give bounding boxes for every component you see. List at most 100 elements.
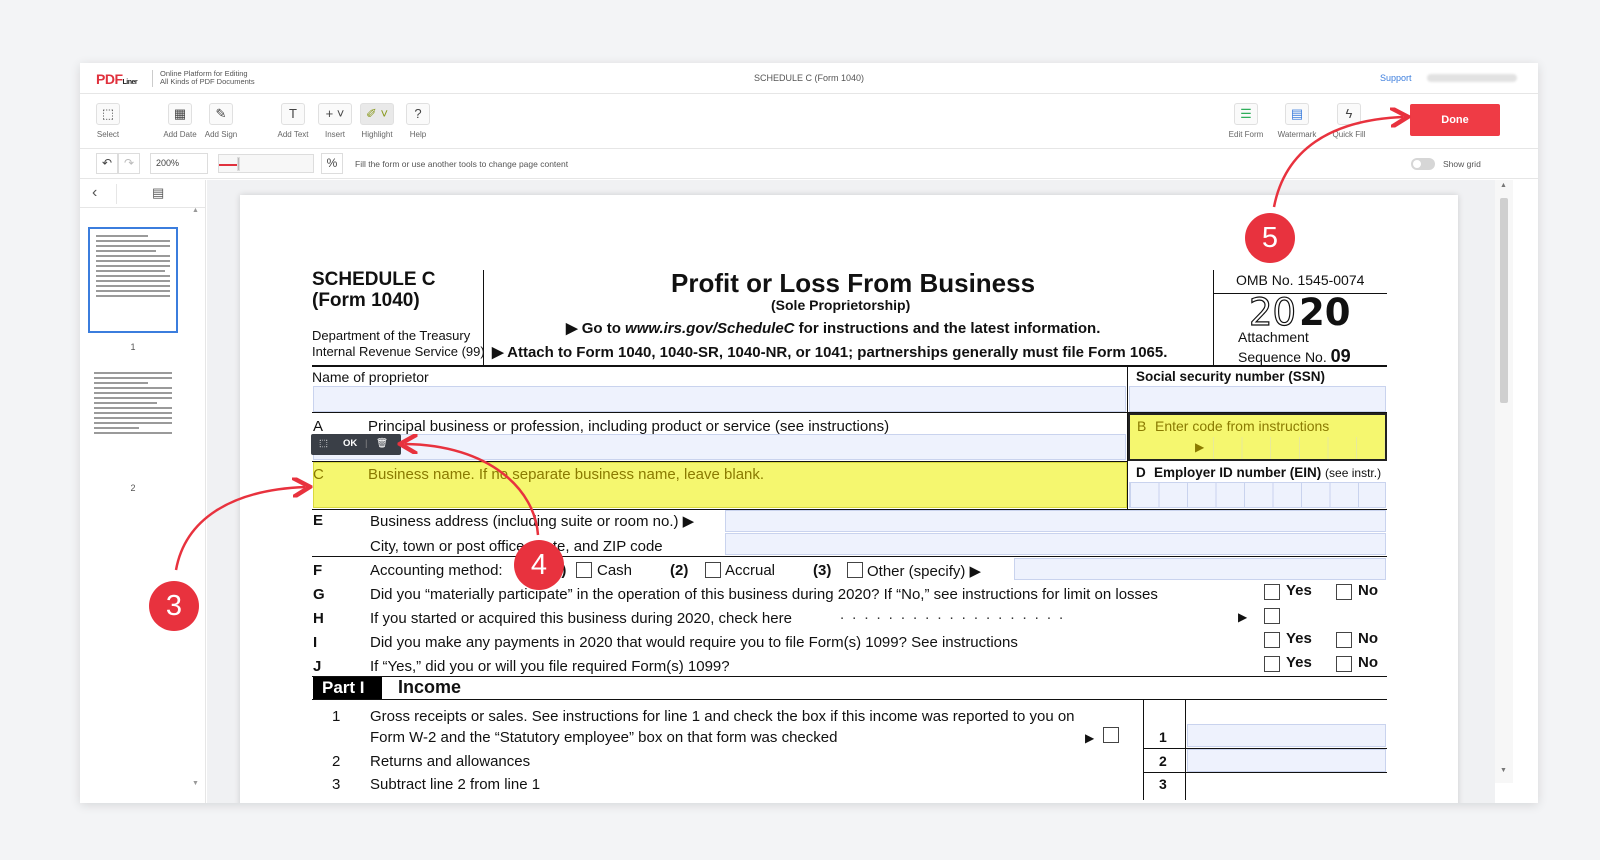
line-d-text: Employer ID number (EIN) (see instr.) bbox=[1154, 465, 1382, 480]
trash-icon[interactable]: 🗑 bbox=[376, 438, 388, 449]
line-1-arrow-icon: ▶ bbox=[1085, 731, 1095, 745]
highlight-tool[interactable]: ✐ ˅ Highlight bbox=[357, 103, 397, 139]
line-f-text: Accounting method: bbox=[370, 562, 503, 579]
principal-business-field[interactable] bbox=[313, 434, 1126, 460]
done-button[interactable]: Done bbox=[1410, 104, 1500, 136]
header-divider-right bbox=[1213, 270, 1214, 365]
insert-tool[interactable]: + ˅ Insert bbox=[315, 103, 355, 139]
question-icon: ? bbox=[406, 103, 430, 125]
proprietor-name-field[interactable] bbox=[313, 386, 1126, 412]
page-thumbnail-1[interactable] bbox=[88, 227, 178, 333]
zoom-slider[interactable] bbox=[218, 154, 314, 173]
g-yes-label: Yes bbox=[1286, 582, 1312, 599]
collapse-chevron-icon[interactable]: ‹ bbox=[92, 184, 97, 202]
add-text-tool[interactable]: T Add Text bbox=[273, 103, 313, 139]
h-checkbox[interactable] bbox=[1264, 608, 1280, 624]
h-arrow-icon: ▶ bbox=[1238, 610, 1248, 624]
watermark-doc-icon: ▤ bbox=[1285, 103, 1309, 125]
watermark-tool[interactable]: ▤ Watermark bbox=[1277, 103, 1317, 139]
header-bottom-rule bbox=[312, 365, 1387, 367]
i-yes-label: Yes bbox=[1286, 630, 1312, 647]
part-top-rule bbox=[312, 676, 1387, 677]
returns-allowances-field[interactable] bbox=[1187, 749, 1386, 772]
line-3-number: 3 bbox=[332, 776, 341, 793]
line-i-text: Did you make any payments in 2020 that w… bbox=[370, 634, 1018, 651]
line-b-letter: B bbox=[1137, 418, 1147, 434]
line-num-col-right bbox=[1185, 700, 1186, 800]
part-bottom-rule bbox=[312, 699, 1387, 700]
line-num-col-left bbox=[1143, 700, 1144, 800]
field-action-popup: ⬚ OK | 🗑 bbox=[311, 434, 401, 455]
line-a-text: Principal business or profession, includ… bbox=[368, 418, 890, 435]
dept-treasury: Department of the Treasury bbox=[312, 328, 471, 343]
part-i-badge: Part I bbox=[313, 677, 382, 699]
zoom-slider-thumb[interactable] bbox=[237, 157, 240, 171]
attachment-label: Attachment bbox=[1238, 329, 1309, 345]
signature-pen-icon: ✎ bbox=[209, 103, 233, 125]
business-address-field[interactable] bbox=[725, 510, 1386, 532]
quick-fill-tool[interactable]: ϟ Quick Fill bbox=[1329, 103, 1369, 139]
undo-icon[interactable]: ↶ bbox=[96, 153, 118, 174]
help-tool[interactable]: ? Help bbox=[398, 103, 438, 139]
line-h-letter: H bbox=[313, 610, 324, 627]
support-link[interactable]: Support bbox=[1380, 73, 1412, 83]
view-bar: ↶ ↷ 200% % Fill the form or use another … bbox=[80, 149, 1538, 179]
ok-button[interactable]: OK bbox=[343, 438, 357, 449]
line-1-box-number: 1 bbox=[1159, 729, 1167, 745]
line-2-box-number: 2 bbox=[1159, 753, 1167, 769]
form-subtitle: (Sole Proprietorship) bbox=[771, 297, 911, 313]
ein-field[interactable] bbox=[1129, 482, 1386, 508]
add-date-tool[interactable]: ▦ Add Date bbox=[160, 103, 200, 139]
page-thumbnail-2[interactable] bbox=[88, 370, 178, 476]
form-title: Profit or Loss From Business bbox=[671, 268, 1036, 298]
form-fields-icon: ☰ bbox=[1234, 103, 1258, 125]
city-state-zip-field[interactable] bbox=[725, 533, 1386, 555]
business-code-boxes[interactable] bbox=[1213, 437, 1385, 459]
line-3-box-number: 3 bbox=[1159, 776, 1167, 792]
method-3-label: (3) bbox=[813, 562, 832, 579]
statutory-employee-checkbox[interactable] bbox=[1103, 727, 1119, 743]
page-number-2: 2 bbox=[130, 483, 136, 493]
g-no-checkbox[interactable] bbox=[1336, 584, 1352, 600]
line-a-letter: A bbox=[313, 418, 324, 435]
cash-checkbox[interactable] bbox=[576, 562, 592, 578]
page-settings-icon[interactable]: ▤ bbox=[152, 185, 164, 201]
redo-icon[interactable]: ↷ bbox=[118, 153, 140, 174]
add-sign-tool[interactable]: ✎ Add Sign bbox=[201, 103, 241, 139]
line-c-text: Business name. If no separate business n… bbox=[368, 466, 765, 483]
zoom-level[interactable]: 200% bbox=[150, 153, 208, 174]
ssn-field[interactable] bbox=[1129, 386, 1386, 412]
year-outline: 20 bbox=[1248, 290, 1297, 334]
other-checkbox[interactable] bbox=[847, 562, 863, 578]
g-no-label: No bbox=[1358, 582, 1378, 599]
i-yes-checkbox[interactable] bbox=[1264, 632, 1280, 648]
j-no-checkbox[interactable] bbox=[1336, 656, 1352, 672]
j-yes-checkbox[interactable] bbox=[1264, 656, 1280, 672]
select-tool[interactable]: ⬚ Select bbox=[88, 103, 128, 139]
line-b-text: Enter code from instructions bbox=[1155, 418, 1330, 434]
g-yes-checkbox[interactable] bbox=[1264, 584, 1280, 600]
toolbar: ⬚ Select ▦ Add Date ✎ Add Sign T Add Text + … bbox=[80, 94, 1538, 149]
attach-instructions: ▶ Attach to Form 1040, 1040-SR, 1040-NR,… bbox=[492, 344, 1168, 361]
lightning-icon: ϟ bbox=[1337, 103, 1361, 125]
j-no-label: No bbox=[1358, 654, 1378, 671]
year-bold: 20 bbox=[1299, 291, 1351, 334]
gross-receipts-field[interactable] bbox=[1187, 724, 1386, 747]
select-cursor-icon[interactable]: ⬚ bbox=[319, 438, 328, 449]
show-grid-toggle[interactable] bbox=[1411, 158, 1435, 170]
edit-form-tool[interactable]: ☰ Edit Form bbox=[1226, 103, 1266, 139]
accrual-checkbox[interactable] bbox=[705, 562, 721, 578]
link-icon[interactable]: % bbox=[321, 153, 343, 174]
line-2-number: 2 bbox=[332, 753, 341, 770]
sidebar-scrollbar[interactable]: ▲ ▼ bbox=[192, 207, 202, 800]
scroll-thumb[interactable] bbox=[1500, 198, 1508, 403]
page-thumbnails-sidebar: ‹ ▤ 1 2 ▲ ▼ bbox=[80, 180, 206, 803]
line-f-letter: F bbox=[313, 562, 323, 579]
i-no-checkbox[interactable] bbox=[1336, 632, 1352, 648]
line-2-text: Returns and allowances bbox=[370, 753, 531, 770]
line-d-letter: D bbox=[1136, 465, 1146, 480]
line-e-text: Business address (including suite or roo… bbox=[370, 513, 695, 530]
viewer-scrollbar[interactable]: ▲ ▼ bbox=[1495, 180, 1513, 783]
other-method-field[interactable] bbox=[1014, 558, 1386, 580]
sequence-label: Sequence No. 09 bbox=[1238, 346, 1351, 366]
